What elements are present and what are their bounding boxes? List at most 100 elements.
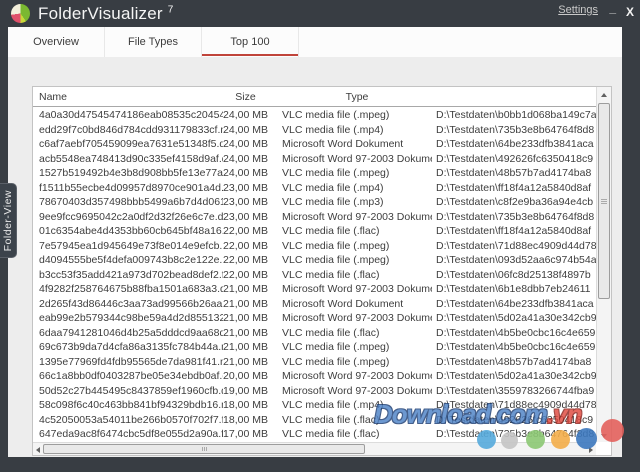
cell-file-name: c6af7aebf705459099ea7631e51348f5.docx xyxy=(33,138,223,150)
cell-file-size: 24,00 MB xyxy=(223,124,268,136)
settings-link[interactable]: Settings xyxy=(558,4,598,16)
cell-file-type: VLC media file (.flac) xyxy=(268,327,432,339)
scroll-right-icon[interactable] xyxy=(589,447,593,453)
cell-file-size: 22,00 MB xyxy=(223,225,268,237)
tab-bar: Overview File Types Top 100 xyxy=(8,27,622,57)
horizontal-scrollbar[interactable] xyxy=(33,442,596,455)
cell-file-type: Microsoft Word 97-2003 Dokument xyxy=(268,312,432,324)
app-title-text: FolderVisualizer xyxy=(38,4,163,23)
cell-file-type: VLC media file (.mpeg) xyxy=(268,240,432,252)
column-header-type[interactable]: Type xyxy=(268,91,446,103)
scroll-left-icon[interactable] xyxy=(36,447,40,453)
table-row[interactable]: 2d265f43d86446c3aa73ad99566b26aa.docx 21… xyxy=(33,297,596,312)
cell-file-path: D:\Testdaten\64be233dfb3841aca xyxy=(432,138,596,150)
table-row[interactable]: f1511b55ecbe4d09957d8970ce901a4d.mp4 23,… xyxy=(33,181,596,196)
horizontal-scrollbar-thumb[interactable] xyxy=(43,444,365,454)
cell-file-path: D:\Testdaten\ff18f4a12a5840d8af xyxy=(432,225,596,237)
table-row[interactable]: c6af7aebf705459099ea7631e51348f5.docx 24… xyxy=(33,137,596,152)
tab-top-100[interactable]: Top 100 xyxy=(202,27,299,57)
sidebar-tab-folder-view[interactable]: Folder-View xyxy=(0,183,17,258)
table-row[interactable]: 9ee9fcc9695042c2a0df2d32f26e6c7e.doc 23,… xyxy=(33,210,596,225)
cell-file-size: 21,00 MB xyxy=(223,356,268,368)
cell-file-size: 23,00 MB xyxy=(223,211,268,223)
table-row[interactable]: 7e57945ea1d945649e73f8e014e9efcb.mpeg 22… xyxy=(33,239,596,254)
table-row[interactable]: 78670403d357498bbb5499a6b7d4d061.mp3 23,… xyxy=(33,195,596,210)
cell-file-size: 19,00 MB xyxy=(223,385,268,397)
table-row[interactable]: 01c6354abe4d4353bb60cb645bf48a16.flac 22… xyxy=(33,224,596,239)
cell-file-name: 2d265f43d86446c3aa73ad99566b26aa.docx xyxy=(33,298,223,310)
cell-file-name: 7e57945ea1d945649e73f8e014e9efcb.mpeg xyxy=(33,240,223,252)
cell-file-path: D:\Testdaten\71d88ec4909d44d78 xyxy=(432,240,596,252)
table-row[interactable]: 1395e77969fd4fdb95565de7da981f41.mpeg 21… xyxy=(33,355,596,370)
cell-file-path: D:\Testdaten\492626fc6350418c9 xyxy=(432,414,596,426)
cell-file-type: Microsoft Word Dokument xyxy=(268,298,432,310)
cell-file-type: VLC media file (.flac) xyxy=(268,269,432,281)
cell-file-type: VLC media file (.flac) xyxy=(268,428,432,440)
table-row[interactable]: 66c1a8bb0df0403287be05e34ebdb0af.doc 20,… xyxy=(33,369,596,384)
cell-file-name: b3cc53f35add421a973d702bead8def2.flac xyxy=(33,269,223,281)
table-row[interactable]: acb5548ea748413d90c335ef4158d9af.doc 24,… xyxy=(33,152,596,167)
cell-file-name: edd29f7c0bd846d784cdd931179833cf.mp4 xyxy=(33,124,223,136)
cell-file-path: D:\Testdaten\48b57b7ad4174ba8 xyxy=(432,167,596,179)
cell-file-path: D:\Testdaten\06fc8d25138f4897b xyxy=(432,269,596,281)
cell-file-size: 24,00 MB xyxy=(223,109,268,121)
cell-file-path: D:\Testdaten\6b1e8dbb7eb24611 xyxy=(432,283,596,295)
table-row[interactable]: 647eda9ac8f6474cbc5df8e055d2a90a.flac 17… xyxy=(33,427,596,442)
vertical-scrollbar[interactable] xyxy=(596,87,611,442)
content-area: Name Size Type 4a0a30d47545474186eab0853… xyxy=(8,57,622,457)
sidebar-tab-folder-view-label: Folder-View xyxy=(2,190,14,251)
table-row[interactable]: d4094555be5f4defa009743b8c2e122e.mpeg 22… xyxy=(33,253,596,268)
cell-file-type: Microsoft Word 97-2003 Dokument xyxy=(268,283,432,295)
table-row[interactable]: 6daa7941281046d4b25a5dddcd9aa68d.flac 21… xyxy=(33,326,596,341)
cell-file-type: Microsoft Word 97-2003 Dokument xyxy=(268,211,432,223)
app-title: FolderVisualizer 7 xyxy=(38,4,173,24)
scroll-down-icon[interactable] xyxy=(601,434,607,438)
cell-file-type: VLC media file (.mp4) xyxy=(268,182,432,194)
cell-file-path: D:\Testdaten\ff18f4a12a5840d8af xyxy=(432,182,596,194)
cell-file-path: D:\Testdaten\48b57b7ad4174ba8 xyxy=(432,356,596,368)
cell-file-path: D:\Testdaten\4b5be0cbc16c4e659 xyxy=(432,341,596,353)
cell-file-size: 21,00 MB xyxy=(223,327,268,339)
table-row[interactable]: 4c52050053a54011be266b0570f702f7.flac 18… xyxy=(33,413,596,428)
cell-file-name: 66c1a8bb0df0403287be05e34ebdb0af.doc xyxy=(33,370,223,382)
cell-file-type: VLC media file (.mpeg) xyxy=(268,109,432,121)
cell-file-size: 21,00 MB xyxy=(223,312,268,324)
table-row[interactable]: 50d52c27b445495c8437859ef1960cfb.doc 19,… xyxy=(33,384,596,399)
column-header-size[interactable]: Size xyxy=(223,91,268,103)
table-header-row: Name Size Type xyxy=(33,87,596,107)
table-row[interactable]: b3cc53f35add421a973d702bead8def2.flac 22… xyxy=(33,268,596,283)
cell-file-path: D:\Testdaten\093d52aa6c974b54a xyxy=(432,254,596,266)
cell-file-type: VLC media file (.mp4) xyxy=(268,399,432,411)
tab-overview[interactable]: Overview xyxy=(8,27,105,57)
cell-file-type: VLC media file (.mpeg) xyxy=(268,254,432,266)
cell-file-size: 24,00 MB xyxy=(223,138,268,150)
minimize-button[interactable]: _ xyxy=(609,1,616,15)
table-row[interactable]: 4f9282f258764675b88fba1501a683a3.doc 21,… xyxy=(33,282,596,297)
cell-file-type: Microsoft Word 97-2003 Dokument xyxy=(268,370,432,382)
cell-file-size: 21,00 MB xyxy=(223,283,268,295)
table-row[interactable]: eab99e2b579344c98be59a4d2d855132.doc 21,… xyxy=(33,311,596,326)
cell-file-path: D:\Testdaten\492626fc6350418c9 xyxy=(432,153,596,165)
table-row[interactable]: 4a0a30d47545474186eab08535c20454.mpeg 24… xyxy=(33,108,596,123)
cell-file-name: 4a0a30d47545474186eab08535c20454.mpeg xyxy=(33,109,223,121)
table-row[interactable]: edd29f7c0bd846d784cdd931179833cf.mp4 24,… xyxy=(33,123,596,138)
cell-file-size: 20,00 MB xyxy=(223,370,268,382)
column-header-name[interactable]: Name xyxy=(33,91,223,103)
cell-file-name: 58c098f6c40c463bb841bf94329bdb16.mp4 xyxy=(33,399,223,411)
cell-file-name: 1395e77969fd4fdb95565de7da981f41.mpeg xyxy=(33,356,223,368)
cell-file-type: VLC media file (.mp3) xyxy=(268,196,432,208)
scroll-up-icon[interactable] xyxy=(601,93,607,97)
table-row[interactable]: 58c098f6c40c463bb841bf94329bdb16.mp4 18,… xyxy=(33,398,596,413)
cell-file-path: D:\Testdaten\b0bb1d068ba149c7a xyxy=(432,109,596,121)
vertical-scrollbar-thumb[interactable] xyxy=(598,103,610,299)
cell-file-name: 4f9282f258764675b88fba1501a683a3.doc xyxy=(33,283,223,295)
close-button[interactable]: X xyxy=(626,5,634,19)
table-row[interactable]: 69c673b9da7d4cfa86a3135fc784b44a.mpeg 21… xyxy=(33,340,596,355)
cell-file-path: D:\Testdaten\64be233dfb3841aca xyxy=(432,298,596,310)
table-row[interactable]: 1527b519492b4e3b8d908bb5fe13e77a.mpeg 24… xyxy=(33,166,596,181)
cell-file-type: Microsoft Word 97-2003 Dokument xyxy=(268,153,432,165)
cell-file-name: 50d52c27b445495c8437859ef1960cfb.doc xyxy=(33,385,223,397)
cell-file-name: 69c673b9da7d4cfa86a3135fc784b44a.mpeg xyxy=(33,341,223,353)
tab-file-types[interactable]: File Types xyxy=(105,27,202,57)
cell-file-size: 22,00 MB xyxy=(223,240,268,252)
